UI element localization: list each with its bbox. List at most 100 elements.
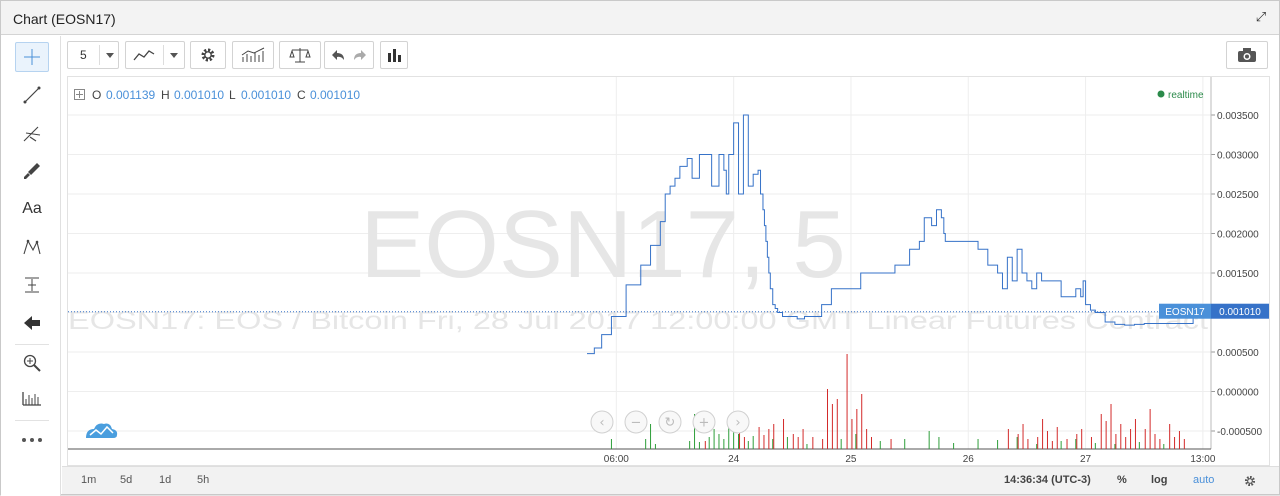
compare-button[interactable] — [279, 41, 321, 69]
drawing-toolbar: Aa — [1, 36, 61, 496]
camera-icon — [1238, 48, 1256, 62]
range-5d-button[interactable]: 5d — [120, 474, 132, 486]
legend-o-value: 0.001139 — [106, 88, 155, 102]
arrow-left-icon — [24, 316, 40, 330]
y-tick-label: -0.000500 — [1217, 427, 1262, 438]
chart-area[interactable]: 0.003500 0.003000 0.002500 0.002000 0.001500… — [67, 76, 1270, 466]
scales-icon — [289, 48, 311, 63]
nav-glyph: › — [735, 416, 740, 431]
x-tick-label: 25 — [845, 454, 857, 465]
nav-glyph: − — [631, 416, 642, 431]
legend-l-value: 0.001010 — [241, 88, 291, 102]
zoom-tool-button[interactable] — [15, 348, 49, 378]
price-tag-symbol: EOSN17 — [1165, 307, 1205, 318]
ohlc-legend: O 0.001139 H 0.001010 L 0.001010 C 0.001010 — [74, 88, 360, 102]
expand-icon[interactable]: ⤢ — [1253, 9, 1269, 25]
chevron-down-icon — [170, 53, 178, 58]
pattern-icon — [23, 239, 41, 255]
trend-line-icon — [23, 86, 41, 104]
undo-icon[interactable] — [331, 49, 345, 61]
price-chart[interactable]: 0.003500 0.003000 0.002500 0.002000 0.001500… — [68, 77, 1271, 467]
y-tick-label: 0.000000 — [1217, 388, 1259, 399]
legend-h-value: 0.001010 — [174, 88, 224, 102]
zoom-out-button[interactable]: − — [624, 410, 648, 434]
text-icon: Aa — [22, 200, 42, 217]
bars-button[interactable] — [380, 41, 408, 69]
nav-glyph: ‹ — [599, 416, 604, 431]
gear-icon[interactable] — [1243, 474, 1257, 488]
cloud-shape — [86, 423, 118, 438]
x-tick-label: 26 — [963, 454, 975, 465]
redo-icon[interactable] — [353, 49, 367, 61]
legend-c-value: 0.001010 — [310, 88, 360, 102]
more-icon — [22, 438, 42, 442]
toolbar-divider — [15, 420, 49, 421]
text-tool-button[interactable]: Aa — [15, 194, 49, 224]
trend-line-tool-button[interactable] — [15, 80, 49, 110]
auto-scale-toggle[interactable]: auto — [1193, 474, 1214, 486]
realtime-label: realtime — [1168, 90, 1204, 101]
x-tick-label: 24 — [728, 454, 740, 465]
undo-redo-group — [324, 41, 374, 69]
chart-window: Chart (EOSN17) ⤢ Aa 5 0.003500 0.003000 … — [0, 0, 1280, 496]
cloud-logo-icon — [86, 423, 118, 438]
line-chart-icon — [133, 50, 155, 61]
pitchfork-tool-button[interactable] — [15, 118, 49, 148]
nav-glyph: ↻ — [665, 416, 676, 431]
scroll-left-button[interactable]: ‹ — [590, 410, 614, 434]
watermark-subtitle: EOSN17: EOS / Bitcoin Fri, 28 Jul 2017 1… — [68, 307, 1208, 335]
crosshair-tool-button[interactable] — [15, 42, 49, 72]
x-tick-label: 27 — [1080, 454, 1092, 465]
range-1m-button[interactable]: 1m — [81, 474, 96, 486]
measure-icon — [25, 277, 39, 293]
legend-o-label: O — [92, 88, 101, 102]
pitchfork-icon — [23, 126, 41, 142]
indicators-icon — [241, 47, 265, 62]
ruler-tool-button[interactable] — [15, 384, 49, 414]
legend-h-label: H — [161, 88, 170, 102]
y-tick-label: 0.003500 — [1217, 111, 1259, 122]
clock-timezone[interactable]: 14:36:34 (UTC-3) — [1004, 474, 1091, 486]
nav-glyph: + — [699, 416, 710, 431]
price-tag-value: 0.001010 — [1219, 307, 1261, 318]
log-toggle[interactable]: log — [1151, 474, 1168, 486]
snapshot-button[interactable] — [1226, 41, 1268, 69]
y-tick-label: 0.003000 — [1217, 151, 1259, 162]
remove-drawings-button[interactable] — [15, 308, 49, 338]
top-toolbar: 5 — [62, 36, 1279, 74]
range-1d-button[interactable]: 1d — [159, 474, 171, 486]
x-tick-label: 13:00 — [1190, 454, 1215, 465]
toolbar-divider — [15, 344, 49, 345]
y-tick-label: 0.002500 — [1217, 190, 1259, 201]
bar-chart-icon — [388, 49, 401, 62]
watermark-title: EOSN17, 5 — [360, 191, 846, 298]
settings-button[interactable] — [190, 41, 226, 69]
chart-style-select[interactable] — [125, 41, 185, 69]
y-tick-label: 0.000500 — [1217, 348, 1259, 359]
percent-toggle[interactable]: % — [1117, 474, 1127, 486]
range-5h-button[interactable]: 5h — [197, 474, 209, 486]
gear-icon — [201, 48, 215, 62]
zoom-in-button[interactable]: + — [692, 410, 716, 434]
brush-icon — [24, 163, 40, 179]
realtime-dot — [1157, 90, 1165, 98]
more-tools-button[interactable] — [15, 425, 49, 455]
legend-l-label: L — [229, 88, 236, 102]
title-bar: Chart (EOSN17) ⤢ — [1, 1, 1279, 35]
ruler-icon — [22, 392, 41, 406]
reset-button[interactable]: ↻ — [658, 410, 682, 434]
expand-legend-icon[interactable] — [74, 89, 85, 100]
y-tick-label: 0.002000 — [1217, 230, 1259, 241]
interval-value: 5 — [80, 48, 87, 62]
x-tick-label: 06:00 — [604, 454, 629, 465]
indicators-button[interactable] — [232, 41, 274, 69]
measure-tool-button[interactable] — [15, 270, 49, 300]
interval-select[interactable]: 5 — [67, 41, 119, 69]
y-tick-label: 0.001500 — [1217, 269, 1259, 280]
crosshair-icon — [24, 49, 40, 65]
legend-c-label: C — [297, 88, 306, 102]
brush-tool-button[interactable] — [15, 156, 49, 186]
pattern-tool-button[interactable] — [15, 232, 49, 262]
window-title: Chart (EOSN17) — [13, 11, 116, 27]
scroll-right-button[interactable]: › — [726, 410, 750, 434]
